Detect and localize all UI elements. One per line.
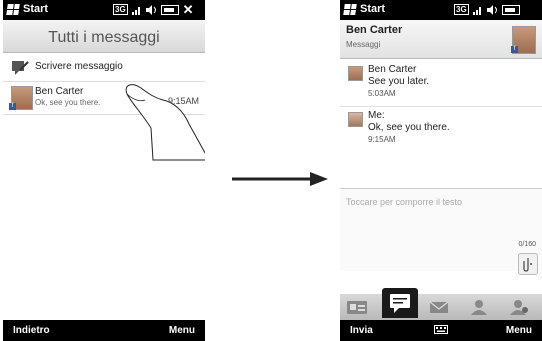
profile-icon[interactable] xyxy=(508,298,530,316)
status-bar: Start 3G xyxy=(340,0,542,20)
page-title: Tutti i messaggi xyxy=(3,20,205,53)
facebook-badge-icon: f xyxy=(511,46,518,53)
soft-key-bar: Invia Menu xyxy=(340,320,542,341)
volume-icon[interactable] xyxy=(486,4,498,15)
conversation-header: Ben Carter Messaggi f xyxy=(340,20,542,59)
start-button[interactable]: Start xyxy=(6,3,49,15)
status-icons: 3G xyxy=(454,4,520,15)
send-softkey[interactable]: Invia xyxy=(350,325,373,336)
status-bar: Start 3G ✕ xyxy=(3,0,205,20)
messages-icon xyxy=(390,294,410,313)
battery-icon[interactable] xyxy=(160,4,179,15)
close-icon[interactable]: ✕ xyxy=(183,3,194,16)
message-text: See you later. xyxy=(368,76,430,87)
header-subtitle: Messaggi xyxy=(346,40,381,49)
windows-flag-icon xyxy=(343,3,357,15)
contact-card-icon[interactable] xyxy=(346,298,368,316)
email-icon[interactable] xyxy=(428,298,450,316)
arrow-icon xyxy=(232,172,328,186)
thread-preview: Ok, see you there. xyxy=(35,98,101,107)
start-label: Start xyxy=(23,3,49,15)
start-button[interactable]: Start xyxy=(343,3,386,15)
menu-softkey[interactable]: Menu xyxy=(506,325,532,336)
3g-icon: 3G xyxy=(454,4,469,15)
signal-icon[interactable] xyxy=(131,5,142,15)
thread-name: Ben Carter xyxy=(35,86,84,97)
3g-icon: 3G xyxy=(113,4,128,15)
message-time: 5:03AM xyxy=(368,89,396,98)
tab-bar xyxy=(340,288,542,320)
compose-area[interactable]: Toccare per comporre il testo 0/160 xyxy=(340,188,542,275)
message-text: Ok, see you there. xyxy=(368,122,450,133)
contact-name: Ben Carter xyxy=(346,24,403,36)
sender-avatar xyxy=(348,112,363,127)
battery-icon[interactable] xyxy=(501,4,520,15)
message-item[interactable]: Ben Carter See you later. 5:03AM xyxy=(340,62,542,107)
attach-icon xyxy=(523,258,532,272)
volume-icon[interactable] xyxy=(145,4,157,15)
finger-gesture-icon xyxy=(125,84,205,161)
compose-icon xyxy=(12,61,29,75)
message-item[interactable]: Me: Ok, see you there. 9:15AM xyxy=(340,108,542,152)
sender-name: Me: xyxy=(368,110,385,121)
windows-flag-icon xyxy=(6,3,20,15)
facebook-badge-icon: f xyxy=(9,103,16,110)
keyboard-icon[interactable] xyxy=(434,325,448,337)
attach-button[interactable] xyxy=(518,253,538,275)
tab-messages[interactable] xyxy=(382,288,418,318)
status-icons: 3G ✕ xyxy=(113,3,194,16)
signal-icon[interactable] xyxy=(472,5,483,15)
compose-placeholder: Toccare per comporre il testo xyxy=(346,197,463,207)
people-icon[interactable] xyxy=(468,298,490,316)
start-label: Start xyxy=(360,3,386,15)
soft-key-bar: Indietro Menu xyxy=(3,320,205,341)
compose-label: Scrivere messaggio xyxy=(35,61,123,72)
message-content: Ben Carter See you later. 5:03AM xyxy=(368,64,429,100)
message-content: Me: Ok, see you there. 9:15AM xyxy=(368,110,450,146)
left-screen: Start 3G ✕ Tutti i messaggi Scrivere mes… xyxy=(3,0,205,341)
char-counter: 0/160 xyxy=(518,241,536,248)
right-screen: Start 3G Ben Carter Messaggi f Ben Carte… xyxy=(340,0,542,341)
message-time: 9:15AM xyxy=(368,135,396,144)
sender-name: Ben Carter xyxy=(368,64,417,75)
compose-message-item[interactable]: Scrivere messaggio xyxy=(3,53,205,82)
back-softkey[interactable]: Indietro xyxy=(13,325,50,336)
menu-softkey[interactable]: Menu xyxy=(169,325,195,336)
sender-avatar xyxy=(348,66,363,81)
